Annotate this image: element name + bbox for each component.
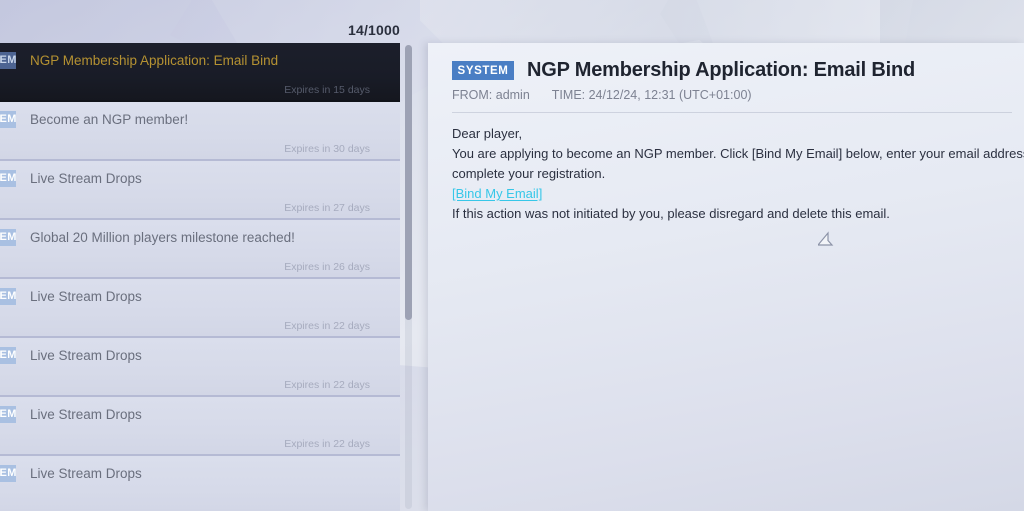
mail-list-item-expiry: Expires in 22 days: [284, 320, 370, 332]
system-badge: SYSTEM: [0, 110, 16, 128]
mail-detail-panel: SYSTEM NGP Membership Application: Email…: [428, 43, 1024, 511]
mail-list-item-expiry: Expires in 15 days: [284, 84, 370, 96]
system-badge: SYSTEM: [0, 287, 16, 305]
mail-list-item-expiry: Expires in 26 days: [284, 261, 370, 273]
mail-list-item-title: Live Stream Drops: [30, 465, 142, 481]
mail-detail-title-row: SYSTEM NGP Membership Application: Email…: [452, 59, 1024, 82]
mail-list-item-main: SYSTEM Live Stream Drops: [0, 397, 400, 431]
mail-list-item-main: SYSTEM Live Stream Drops: [0, 338, 400, 372]
body-link-row: [Bind My Email]: [452, 184, 1024, 204]
mail-list-item-title: Become an NGP member!: [30, 111, 189, 127]
mail-list-item-title: Live Stream Drops: [30, 288, 142, 304]
mail-list-item[interactable]: SYSTEM Global 20 Million players mileston…: [0, 220, 400, 279]
body-paragraph-1: You are applying to become an NGP member…: [452, 146, 1024, 161]
mail-list-item-title: Live Stream Drops: [30, 170, 142, 186]
mail-list-item[interactable]: SYSTEM Live Stream Drops Expires in 22 day…: [0, 338, 400, 397]
mail-list-item[interactable]: SYSTEM NGP Membership Application: Email …: [0, 43, 400, 102]
mail-list-scrollbar-thumb[interactable]: [405, 45, 412, 320]
mail-list-item[interactable]: SYSTEM Live Stream Drops: [0, 456, 400, 511]
mail-detail-body: Dear player, You are applying to become …: [428, 113, 1024, 224]
mail-list-item[interactable]: SYSTEM Live Stream Drops Expires in 22 day…: [0, 279, 400, 338]
mail-list-item[interactable]: SYSTEM Become an NGP member! Expires in 30…: [0, 102, 400, 161]
body-paragraph-2: complete your registration.: [452, 166, 606, 181]
system-badge: SYSTEM: [0, 346, 16, 364]
mail-detail-meta: FROM: admin TIME: 24/12/24, 12:31 (UTC+0…: [452, 88, 1024, 102]
body-paragraph-3: If this action was not initiated by you,…: [452, 206, 890, 221]
bind-my-email-link[interactable]: [Bind My Email]: [452, 184, 542, 204]
mail-list-item-title: NGP Membership Application: Email Bind: [30, 52, 279, 68]
mail-list-item-main: SYSTEM NGP Membership Application: Email …: [0, 43, 400, 77]
mail-detail-header: SYSTEM NGP Membership Application: Email…: [428, 43, 1024, 102]
system-badge: SYSTEM: [0, 169, 16, 187]
mail-list-item-title: Live Stream Drops: [30, 347, 142, 363]
system-badge: SYSTEM: [0, 51, 16, 69]
system-badge: SYSTEM: [0, 228, 16, 246]
mail-detail-title: NGP Membership Application: Email Bind: [527, 59, 916, 81]
mail-list[interactable]: SYSTEM NGP Membership Application: Email …: [0, 43, 400, 511]
mail-detail-time: TIME: 24/12/24, 12:31 (UTC+01:00): [551, 88, 752, 102]
mail-count: 14/1000: [347, 22, 400, 38]
mail-list-item[interactable]: SYSTEM Live Stream Drops Expires in 27 day…: [0, 161, 400, 220]
mail-list-item-main: SYSTEM Live Stream Drops: [0, 161, 400, 195]
mail-screen: 14/1000 SYSTEM NGP Membership Application…: [0, 0, 1024, 511]
mail-list-item[interactable]: SYSTEM Live Stream Drops Expires in 22 day…: [0, 397, 400, 456]
mail-list-item-main: SYSTEM Live Stream Drops: [0, 456, 400, 490]
mail-list-item-expiry: Expires in 27 days: [284, 202, 370, 214]
mail-list-item-main: SYSTEM Become an NGP member!: [0, 102, 400, 136]
mail-list-item-expiry: Expires in 22 days: [284, 379, 370, 391]
mail-detail-from: FROM: admin: [452, 88, 530, 102]
mail-list-item-expiry: Expires in 30 days: [284, 143, 370, 155]
system-badge: SYSTEM: [0, 405, 16, 423]
mail-list-item-title: Global 20 Million players milestone reac…: [30, 229, 295, 245]
system-badge: SYSTEM: [0, 464, 16, 482]
mail-list-item-title: Live Stream Drops: [30, 406, 142, 422]
mail-list-item-main: SYSTEM Live Stream Drops: [0, 279, 400, 313]
body-greeting: Dear player,: [452, 126, 523, 141]
detail-system-badge: SYSTEM: [452, 61, 514, 80]
mail-list-item-main: SYSTEM Global 20 Million players mileston…: [0, 220, 400, 254]
mail-list-item-expiry: Expires in 22 days: [284, 438, 370, 450]
